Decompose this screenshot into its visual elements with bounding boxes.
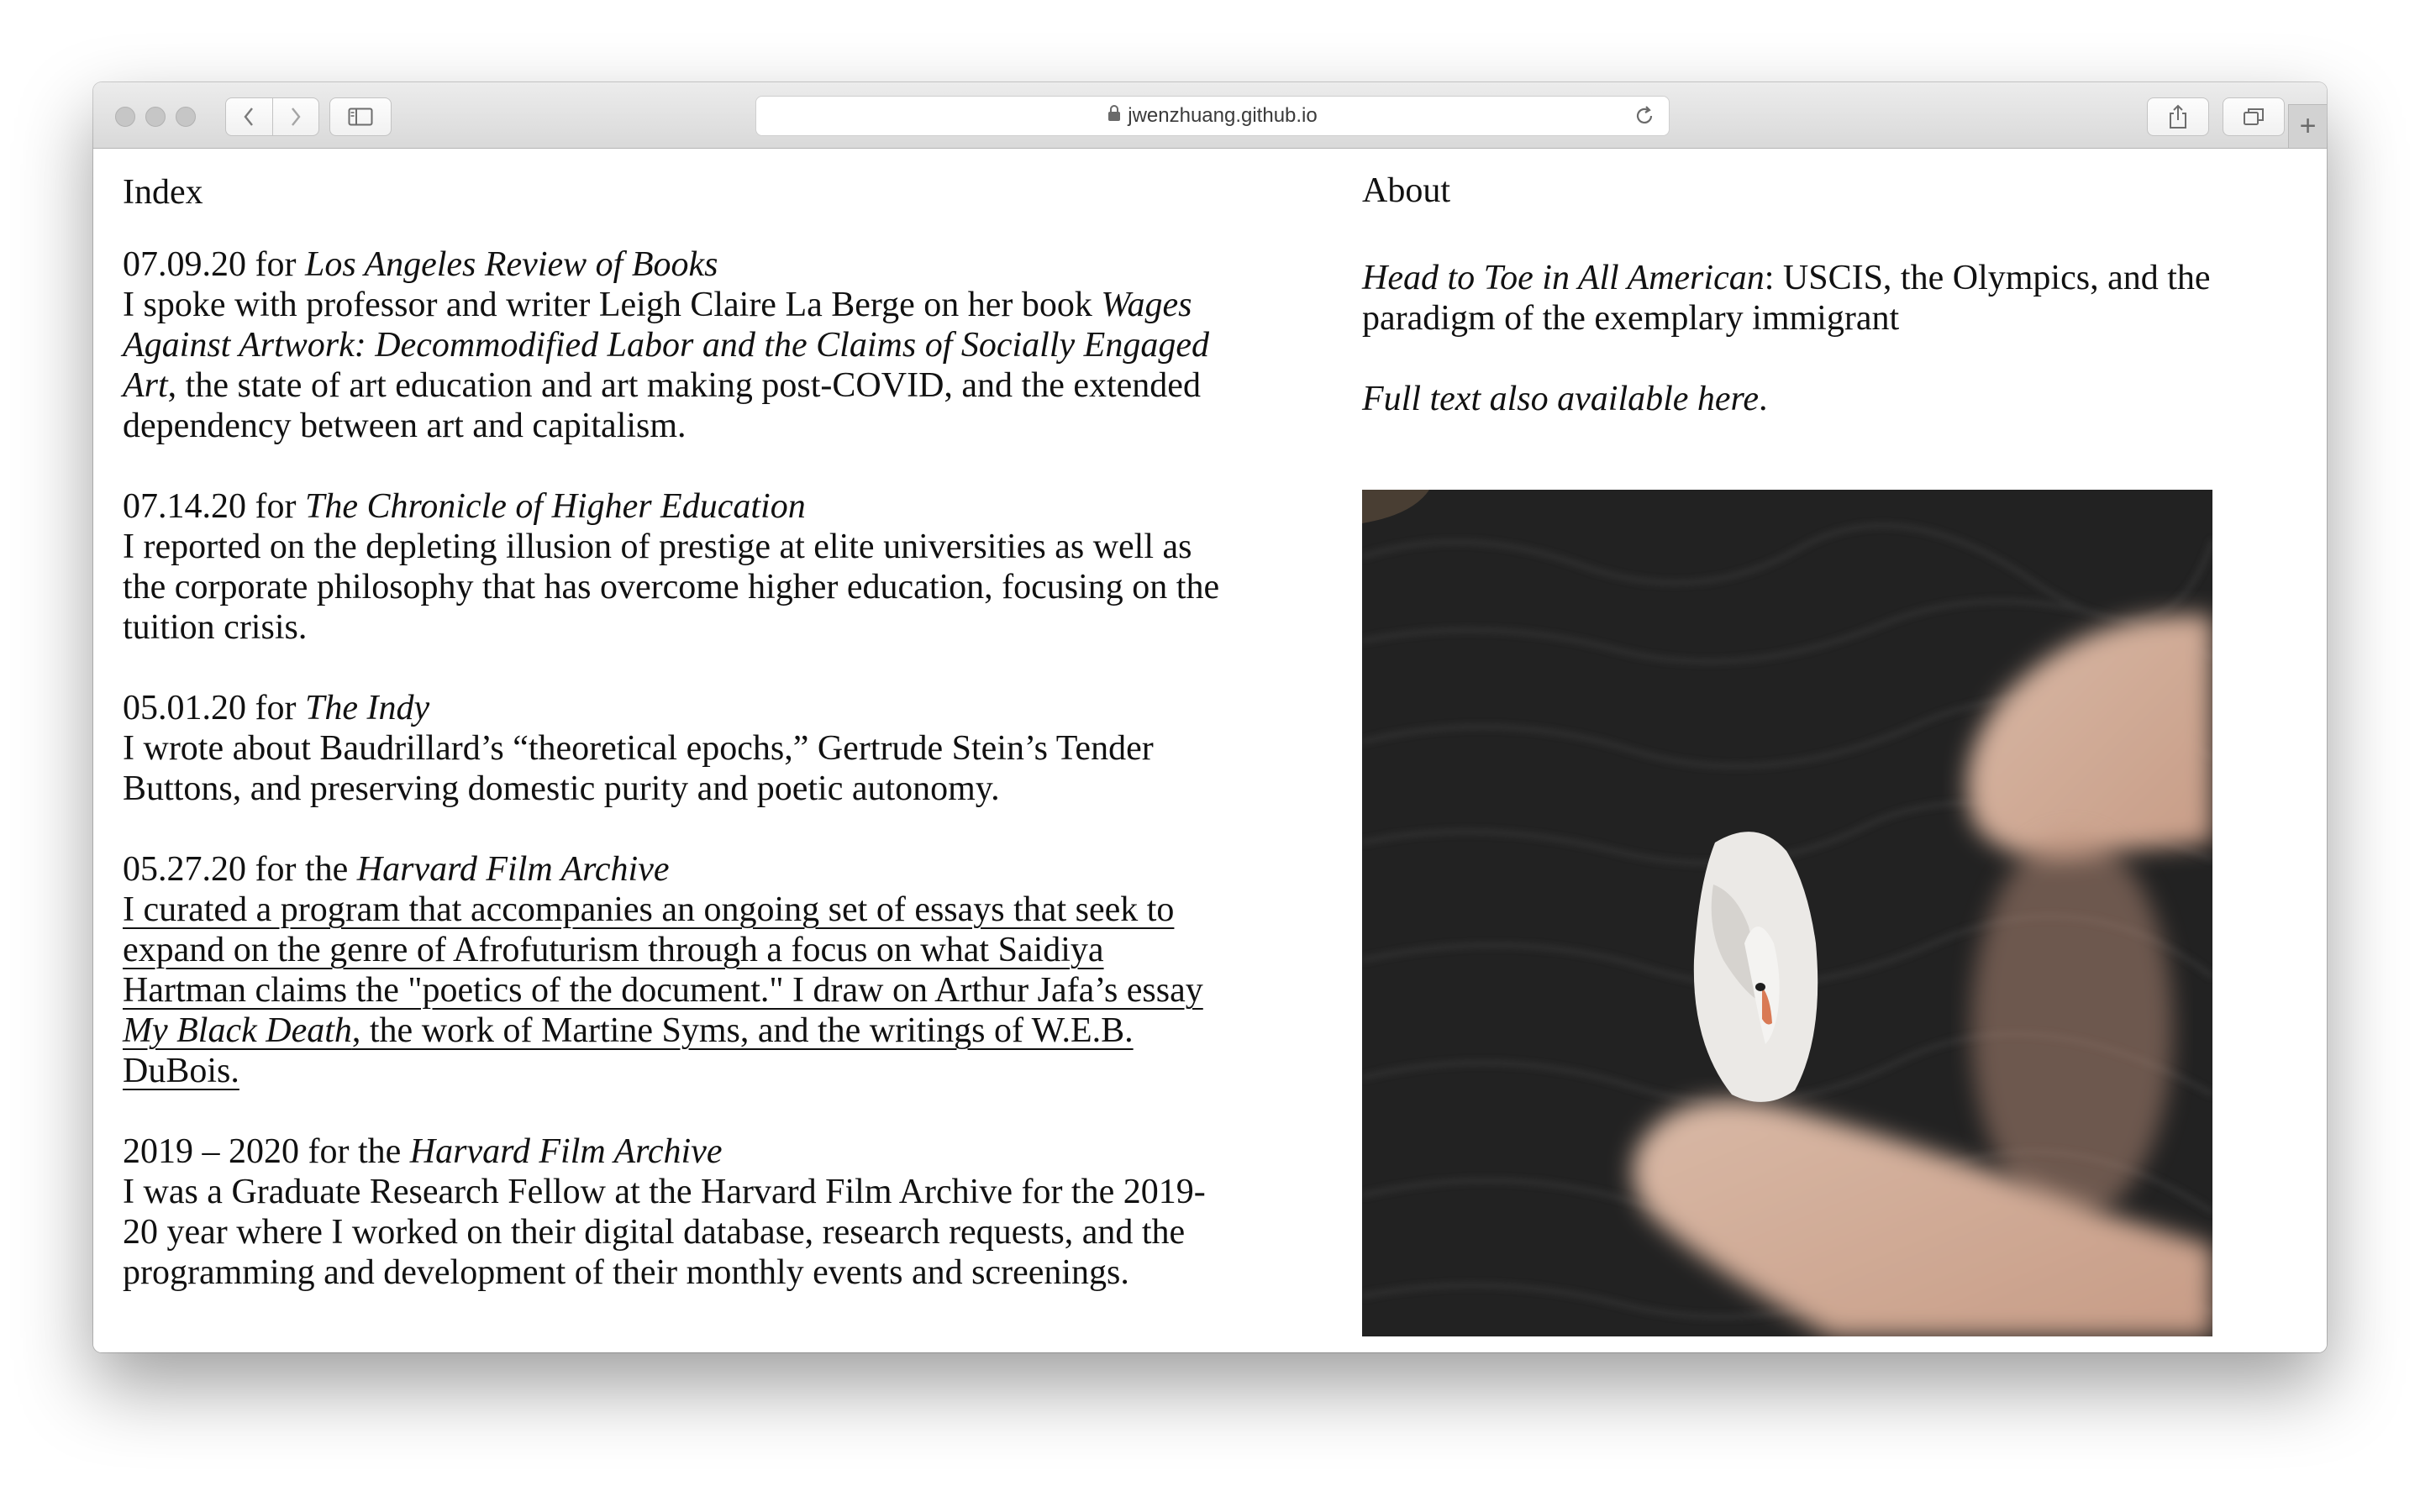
- entry-larb: 07.09.20 for Los Angeles Review of Books…: [123, 244, 1232, 446]
- entry-date: 07.09.20 for: [123, 245, 305, 284]
- entry-header: 05.27.20 for the Harvard Film Archive: [123, 849, 1232, 890]
- entry-chronicle: 07.14.20 for The Chronicle of Higher Edu…: [123, 486, 1232, 648]
- forward-button[interactable]: [272, 97, 319, 136]
- entry-header: 07.09.20 for Los Angeles Review of Books: [123, 244, 1232, 285]
- back-button[interactable]: [225, 97, 273, 136]
- share-icon: [2170, 104, 2186, 129]
- entry-text: I spoke with professor and writer Leigh …: [123, 286, 1102, 324]
- entry-publication: The Chronicle of Higher Education: [304, 487, 806, 526]
- entry-description: I reported on the depleting illusion of …: [123, 528, 1220, 647]
- entry-publication: Harvard Film Archive: [409, 1132, 723, 1171]
- lock-icon: [1107, 104, 1121, 128]
- full-text-link[interactable]: Full text also available here: [1362, 380, 1759, 418]
- browser-toolbar: jwenzhuang.github.io +: [93, 82, 2327, 149]
- chevron-right-icon: [291, 108, 301, 126]
- entry-date: 2019 – 2020 for the: [123, 1132, 410, 1171]
- index-heading: Index: [123, 173, 203, 212]
- sidebar-icon: [348, 108, 373, 126]
- entry-header: 2019 – 2020 for the Harvard Film Archive: [123, 1131, 1232, 1172]
- swan-image: [1362, 490, 2212, 1336]
- entry-date: 05.01.20 for: [123, 689, 305, 727]
- show-tabs-button[interactable]: [2223, 97, 2285, 136]
- zoom-window-button[interactable]: [176, 107, 196, 127]
- entry-hfa-program: 05.27.20 for the Harvard Film Archive I …: [123, 849, 1232, 1091]
- sidebar-button[interactable]: [329, 97, 392, 136]
- page-content: Index 07.09.20 for Los Angeles Review of…: [93, 149, 2327, 1352]
- entry-date: 07.14.20 for: [123, 487, 305, 526]
- reload-button[interactable]: [1634, 105, 1655, 133]
- plus-icon: +: [2299, 110, 2317, 142]
- program-link[interactable]: I curated a program that accompanies an …: [123, 890, 1232, 1091]
- address-bar[interactable]: jwenzhuang.github.io: [755, 96, 1670, 136]
- browser-window: jwenzhuang.github.io + Index 07.09.20 fo…: [93, 82, 2327, 1352]
- about-column: About Head to Toe in All American: USCIS…: [1362, 171, 2253, 1336]
- reload-icon: [1636, 106, 1653, 123]
- entry-publication: The Indy: [304, 689, 430, 727]
- index-column: Index 07.09.20 for Los Angeles Review of…: [123, 172, 1232, 1333]
- url-text: jwenzhuang.github.io: [1128, 104, 1318, 127]
- chevron-left-icon: [244, 108, 254, 126]
- about-heading: About: [1362, 171, 1450, 210]
- entry-header: 07.14.20 for The Chronicle of Higher Edu…: [123, 486, 1232, 527]
- new-tab-button[interactable]: +: [2288, 104, 2327, 148]
- full-text-line: Full text also available here.: [1362, 379, 2253, 419]
- entry-header: 05.01.20 for The Indy: [123, 688, 1232, 728]
- entry-indy: 05.01.20 for The Indy I wrote about Baud…: [123, 688, 1232, 809]
- entry-date: 05.27.20 for the: [123, 850, 357, 889]
- history-navigation: [225, 97, 319, 136]
- article-title-line[interactable]: Head to Toe in All American: USCIS, the …: [1362, 258, 2253, 339]
- share-button[interactable]: [2147, 97, 2209, 136]
- entry-description: I was a Graduate Research Fellow at the …: [123, 1173, 1206, 1292]
- close-window-button[interactable]: [115, 107, 135, 127]
- article-title[interactable]: Head to Toe in All American: [1362, 259, 1765, 297]
- entry-text: , the state of art education and art mak…: [123, 366, 1201, 445]
- entry-description: I spoke with professor and writer Leigh …: [123, 285, 1232, 446]
- minimize-window-button[interactable]: [145, 107, 166, 127]
- punctuation: .: [1759, 380, 1768, 418]
- entry-publication: Los Angeles Review of Books: [304, 245, 718, 284]
- link-text[interactable]: I curated a program that accompanies an …: [123, 890, 1203, 1010]
- essay-title[interactable]: My Black Death: [123, 1011, 352, 1050]
- entry-description: I wrote about Baudrillard’s “theoretical…: [123, 729, 1154, 808]
- entry-hfa-fellow: 2019 – 2020 for the Harvard Film Archive…: [123, 1131, 1232, 1293]
- swan-photo: [1362, 490, 2212, 1336]
- entry-publication: Harvard Film Archive: [356, 850, 670, 889]
- tabs-overview-icon: [2244, 108, 2264, 125]
